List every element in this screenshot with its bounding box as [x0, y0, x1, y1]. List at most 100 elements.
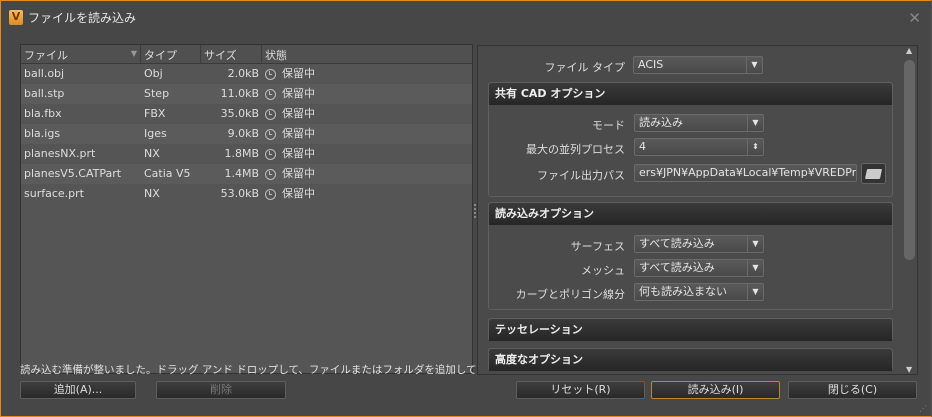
file-type-label: ファイル タイプ	[544, 61, 626, 74]
parallel-process-label: 最大の並列プロセス	[526, 143, 625, 156]
table-row[interactable]: planesNX.prt NX 1.8MB 保留中	[21, 144, 472, 164]
app-logo-icon: V	[9, 10, 23, 25]
table-row[interactable]: ball.obj Obj 2.0kB 保留中	[21, 64, 472, 84]
import-options-header[interactable]: 読み込みオプション	[489, 203, 892, 225]
clock-icon	[265, 168, 276, 180]
file-name: ball.stp	[24, 87, 65, 100]
mesh-value: すべて読み込み	[639, 261, 715, 274]
table-header: ファイル ▼ タイプ サイズ 状態	[21, 45, 472, 64]
status-label: 保留中	[282, 167, 315, 180]
clock-icon	[265, 108, 276, 120]
status-label: 保留中	[282, 187, 315, 200]
remove-button[interactable]: 削除	[156, 381, 286, 399]
resize-grip-icon[interactable]: ⋰	[919, 404, 927, 413]
mode-label: モード	[592, 119, 625, 132]
spinner-arrows-icon[interactable]: ⬍	[747, 139, 763, 155]
file-size: 1.8MB	[224, 147, 259, 160]
column-header-file[interactable]: ファイル ▼	[21, 45, 141, 63]
chevron-down-icon: ▼	[747, 236, 763, 252]
clock-icon	[265, 188, 276, 200]
file-type-select[interactable]: ACIS ▼	[633, 56, 763, 74]
curve-value: 何も読み込まない	[639, 285, 727, 298]
table-row[interactable]: surface.prt NX 53.0kB 保留中	[21, 184, 472, 204]
file-status: 保留中	[262, 184, 472, 204]
output-path-value: ers¥JPN¥AppData¥Local¥Temp¥VREDPro	[639, 166, 857, 179]
reset-button[interactable]: リセット(R)	[516, 381, 645, 399]
table-row[interactable]: bla.igs Iges 9.0kB 保留中	[21, 124, 472, 144]
column-header-type[interactable]: タイプ	[141, 45, 201, 63]
splitter-handle[interactable]	[474, 204, 476, 218]
import-button[interactable]: 読み込み(I)	[651, 381, 780, 399]
curve-select[interactable]: 何も読み込まない ▼	[634, 283, 764, 301]
file-table[interactable]: ファイル ▼ タイプ サイズ 状態 ball.obj Obj 2.0kB 保留中 ball…	[20, 44, 473, 374]
close-icon[interactable]: ✕	[908, 9, 921, 27]
file-type: Obj	[144, 67, 163, 80]
file-status: 保留中	[262, 144, 472, 164]
mode-value: 読み込み	[639, 116, 683, 129]
advanced-options-group[interactable]: 高度なオプション	[488, 348, 893, 371]
file-name: planesV5.CATPart	[24, 167, 122, 180]
surface-label: サーフェス	[570, 240, 625, 253]
file-name: planesNX.prt	[24, 147, 96, 160]
shared-cad-options-header[interactable]: 共有 CAD オプション	[489, 83, 892, 105]
curve-label: カーブとポリゴン線分	[515, 288, 625, 301]
column-header-status[interactable]: 状態	[262, 45, 472, 63]
file-type: NX	[144, 147, 160, 160]
clock-icon	[265, 148, 276, 160]
clock-icon	[265, 68, 276, 80]
file-size: 53.0kB	[220, 187, 259, 200]
options-scrollbar[interactable]: ▲ ▼	[903, 46, 917, 374]
dialog-title: ファイルを読み込み	[28, 11, 137, 25]
clock-icon	[265, 128, 276, 140]
scroll-up-icon[interactable]: ▲	[906, 46, 912, 55]
sort-arrow-icon: ▼	[130, 49, 137, 58]
close-button[interactable]: 閉じる(C)	[788, 381, 917, 399]
chevron-down-icon: ▼	[747, 115, 763, 131]
scrollbar-thumb[interactable]	[904, 60, 915, 260]
browse-folder-icon[interactable]	[861, 163, 886, 184]
options-panel: ファイル タイプ ACIS ▼ 共有 CAD オプション モード 読み込み ▼ 最大…	[477, 45, 918, 375]
column-header-size[interactable]: サイズ	[201, 45, 262, 63]
status-text: 読み込む準備が整いました。ドラッグ アンド ドロップして、ファイルまたはフォルダ…	[20, 364, 529, 376]
mesh-select[interactable]: すべて読み込み ▼	[634, 259, 764, 277]
file-status: 保留中	[262, 164, 472, 184]
chevron-down-icon: ▼	[746, 57, 762, 73]
file-name: bla.fbx	[24, 107, 62, 120]
parallel-process-spinbox[interactable]: 4 ⬍	[634, 138, 764, 156]
tessellation-header[interactable]: テッセレーション	[489, 319, 892, 341]
mode-select[interactable]: 読み込み ▼	[634, 114, 764, 132]
file-size: 2.0kB	[227, 67, 259, 80]
table-row[interactable]: planesV5.CATPart Catia V5 1.4MB 保留中	[21, 164, 472, 184]
table-row[interactable]: ball.stp Step 11.0kB 保留中	[21, 84, 472, 104]
parallel-process-value: 4	[639, 140, 646, 153]
shared-cad-options-group: 共有 CAD オプション モード 読み込み ▼ 最大の並列プロセス 4 ⬍ ファイル…	[488, 82, 893, 197]
surface-select[interactable]: すべて読み込み ▼	[634, 235, 764, 253]
scroll-down-icon[interactable]: ▼	[906, 365, 912, 374]
status-label: 保留中	[282, 107, 315, 120]
file-status: 保留中	[262, 124, 472, 144]
output-path-field[interactable]: ers¥JPN¥AppData¥Local¥Temp¥VREDPro	[634, 164, 857, 182]
file-status: 保留中	[262, 104, 472, 124]
status-label: 保留中	[282, 87, 315, 100]
status-label: 保留中	[282, 147, 315, 160]
header-label: ファイル	[24, 49, 68, 62]
tessellation-group[interactable]: テッセレーション	[488, 318, 893, 341]
file-type: NX	[144, 187, 160, 200]
file-size: 35.0kB	[220, 107, 259, 120]
title-bar: V ファイルを読み込み	[9, 9, 136, 26]
advanced-options-header[interactable]: 高度なオプション	[489, 349, 892, 371]
file-name: ball.obj	[24, 67, 65, 80]
status-label: 保留中	[282, 67, 315, 80]
import-dialog: V ファイルを読み込み ✕ ファイル ▼ タイプ サイズ 状態 ball.obj O…	[0, 0, 932, 417]
file-size: 1.4MB	[224, 167, 259, 180]
file-name: surface.prt	[24, 187, 84, 200]
file-type: Iges	[144, 127, 167, 140]
output-path-label: ファイル出力パス	[537, 169, 625, 182]
file-type: FBX	[144, 107, 166, 120]
table-row[interactable]: bla.fbx FBX 35.0kB 保留中	[21, 104, 472, 124]
add-button[interactable]: 追加(A)...	[20, 381, 136, 399]
file-name: bla.igs	[24, 127, 61, 140]
clock-icon	[265, 88, 276, 100]
file-type: Catia V5	[144, 167, 191, 180]
file-type-value: ACIS	[638, 58, 664, 71]
